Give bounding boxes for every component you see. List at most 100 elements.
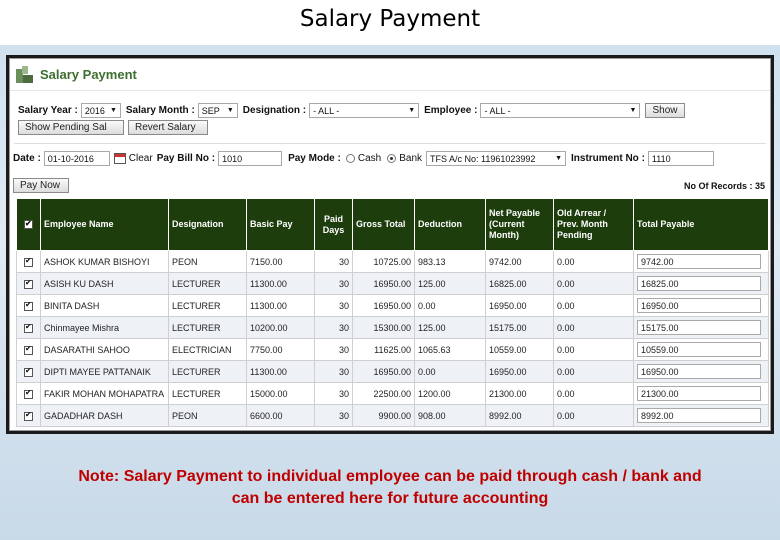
designation-cell: LECTURER xyxy=(168,272,247,295)
designation-cell: PEON xyxy=(168,250,247,273)
salary-payment-window: Salary Payment Salary Year : 2016 ▼ Salar… xyxy=(9,58,771,431)
deduction-cell: 0.00 xyxy=(414,360,486,383)
table-row: Chinmayee MishraLECTURER10200.003015300.… xyxy=(16,316,769,339)
salary-month-value: SEP xyxy=(201,105,220,116)
row-checkbox[interactable] xyxy=(24,256,33,267)
total-payable-input[interactable]: 16950.00 xyxy=(637,364,761,379)
payment-row: Date : 01-10-2016 Clear Pay Bill No : 10… xyxy=(13,151,718,166)
salary-year-value: 2016 xyxy=(84,105,105,116)
table-row: DASARATHI SAHOOELECTRICIAN7750.003011625… xyxy=(16,338,769,361)
gross-total-cell: 22500.00 xyxy=(352,382,415,405)
net-payable-cell: 10559.00 xyxy=(485,338,554,361)
row-checkbox[interactable] xyxy=(24,278,33,289)
table-row: FAKIR MOHAN MOHAPATRALECTURER15000.00302… xyxy=(16,382,769,405)
note-line-1: Note: Salary Payment to individual emplo… xyxy=(78,468,702,485)
row-checkbox[interactable] xyxy=(24,366,33,377)
row-select-cell xyxy=(16,360,41,383)
bank-radio[interactable] xyxy=(387,154,397,163)
employee-name-cell: ASHOK KUMAR BISHOYI xyxy=(40,250,169,273)
chevron-down-icon: ▼ xyxy=(555,155,563,162)
show-button[interactable]: Show xyxy=(645,103,685,118)
designation-cell: LECTURER xyxy=(168,382,247,405)
total-payable-cell: 8992.00 xyxy=(633,404,769,427)
chevron-down-icon: ▼ xyxy=(629,107,637,114)
total-payable-cell: 10559.00 xyxy=(633,338,769,361)
net-payable-cell: 9742.00 xyxy=(485,250,554,273)
col-deduction: Deduction xyxy=(414,198,486,251)
old-arrear-cell: 0.00 xyxy=(553,338,634,361)
basic-pay-cell: 6600.00 xyxy=(246,404,315,427)
total-payable-cell: 16950.00 xyxy=(633,294,769,317)
total-payable-input[interactable]: 10559.00 xyxy=(637,342,761,357)
old-arrear-cell: 0.00 xyxy=(553,250,634,273)
employee-name-cell: DASARATHI SAHOO xyxy=(40,338,169,361)
row-checkbox[interactable] xyxy=(24,322,33,333)
designation-cell: LECTURER xyxy=(168,360,247,383)
col-paid-days: Paid Days xyxy=(314,198,353,251)
old-arrear-cell: 0.00 xyxy=(553,382,634,405)
salary-year-label: Salary Year : xyxy=(18,105,78,116)
show-pending-salary-button[interactable]: Show Pending Sal xyxy=(18,120,124,135)
employee-name-cell: ASISH KU DASH xyxy=(40,272,169,295)
old-arrear-cell: 0.00 xyxy=(553,294,634,317)
col-basic-pay: Basic Pay xyxy=(246,198,315,251)
col-gross-total: Gross Total xyxy=(352,198,415,251)
paid-days-cell: 30 xyxy=(314,250,353,273)
records-count: No Of Records : 35 xyxy=(683,180,765,191)
instrument-no-input[interactable]: 1110 xyxy=(647,151,714,166)
row-checkbox[interactable] xyxy=(24,410,33,421)
row-checkbox[interactable] xyxy=(24,344,33,355)
salary-table: Employee Name Designation Basic Pay Paid… xyxy=(16,198,769,427)
net-payable-cell: 16825.00 xyxy=(485,272,554,295)
row-checkbox[interactable] xyxy=(24,300,33,311)
net-payable-cell: 8992.00 xyxy=(485,404,554,427)
deduction-cell: 125.00 xyxy=(414,272,486,295)
row-select-cell xyxy=(16,316,41,339)
total-payable-input[interactable]: 8992.00 xyxy=(637,408,761,423)
designation-cell: LECTURER xyxy=(168,294,247,317)
row-select-cell xyxy=(16,294,41,317)
revert-salary-button[interactable]: Revert Salary xyxy=(128,120,208,135)
deduction-cell: 0.00 xyxy=(414,294,486,317)
bank-account-value: TFS A/c No: 11961023992 xyxy=(430,153,536,164)
bank-account-select[interactable]: TFS A/c No: 11961023992 ▼ xyxy=(426,151,567,166)
instrument-no-label: Instrument No : xyxy=(571,153,645,164)
paid-days-cell: 30 xyxy=(314,360,353,383)
total-payable-input[interactable]: 16950.00 xyxy=(637,298,761,313)
salary-month-select[interactable]: SEP ▼ xyxy=(197,103,238,118)
designation-value: - ALL - xyxy=(313,105,340,116)
employee-name-cell: FAKIR MOHAN MOHAPATRA xyxy=(40,382,169,405)
col-net-payable: Net Payable (Current Month) xyxy=(485,198,554,251)
calendar-icon[interactable] xyxy=(113,153,126,164)
total-payable-input[interactable]: 21300.00 xyxy=(637,386,761,401)
clear-link[interactable]: Clear xyxy=(129,153,153,164)
employee-label: Employee : xyxy=(424,105,478,116)
slide-title: Salary Payment xyxy=(299,6,481,32)
select-all-checkbox[interactable] xyxy=(24,218,33,230)
app-logo-icon xyxy=(16,65,34,84)
cash-radio[interactable] xyxy=(345,154,355,163)
total-payable-input[interactable]: 16825.00 xyxy=(637,276,761,291)
bank-label: Bank xyxy=(399,153,423,164)
gross-total-cell: 9900.00 xyxy=(352,404,415,427)
gross-total-cell: 16950.00 xyxy=(352,360,415,383)
pay-now-button[interactable]: Pay Now xyxy=(13,178,69,193)
salary-year-select[interactable]: 2016 ▼ xyxy=(80,103,121,118)
paid-days-cell: 30 xyxy=(314,382,353,405)
pay-bill-no-input[interactable]: 1010 xyxy=(218,151,283,166)
deduction-cell: 125.00 xyxy=(414,316,486,339)
row-select-cell xyxy=(16,272,41,295)
designation-select[interactable]: - ALL - ▼ xyxy=(309,103,420,118)
row-checkbox[interactable] xyxy=(24,388,33,399)
pay-bill-no-label: Pay Bill No : xyxy=(156,153,216,164)
employee-select[interactable]: - ALL - ▼ xyxy=(480,103,641,118)
net-payable-cell: 16950.00 xyxy=(485,360,554,383)
row-select-cell xyxy=(16,382,41,405)
total-payable-cell: 21300.00 xyxy=(633,382,769,405)
basic-pay-cell: 11300.00 xyxy=(246,294,315,317)
date-input[interactable]: 01-10-2016 xyxy=(43,151,110,166)
chevron-down-icon: ▼ xyxy=(109,107,117,114)
employee-value: - ALL - xyxy=(484,105,511,116)
total-payable-input[interactable]: 15175.00 xyxy=(637,320,761,335)
total-payable-input[interactable]: 9742.00 xyxy=(637,254,761,269)
